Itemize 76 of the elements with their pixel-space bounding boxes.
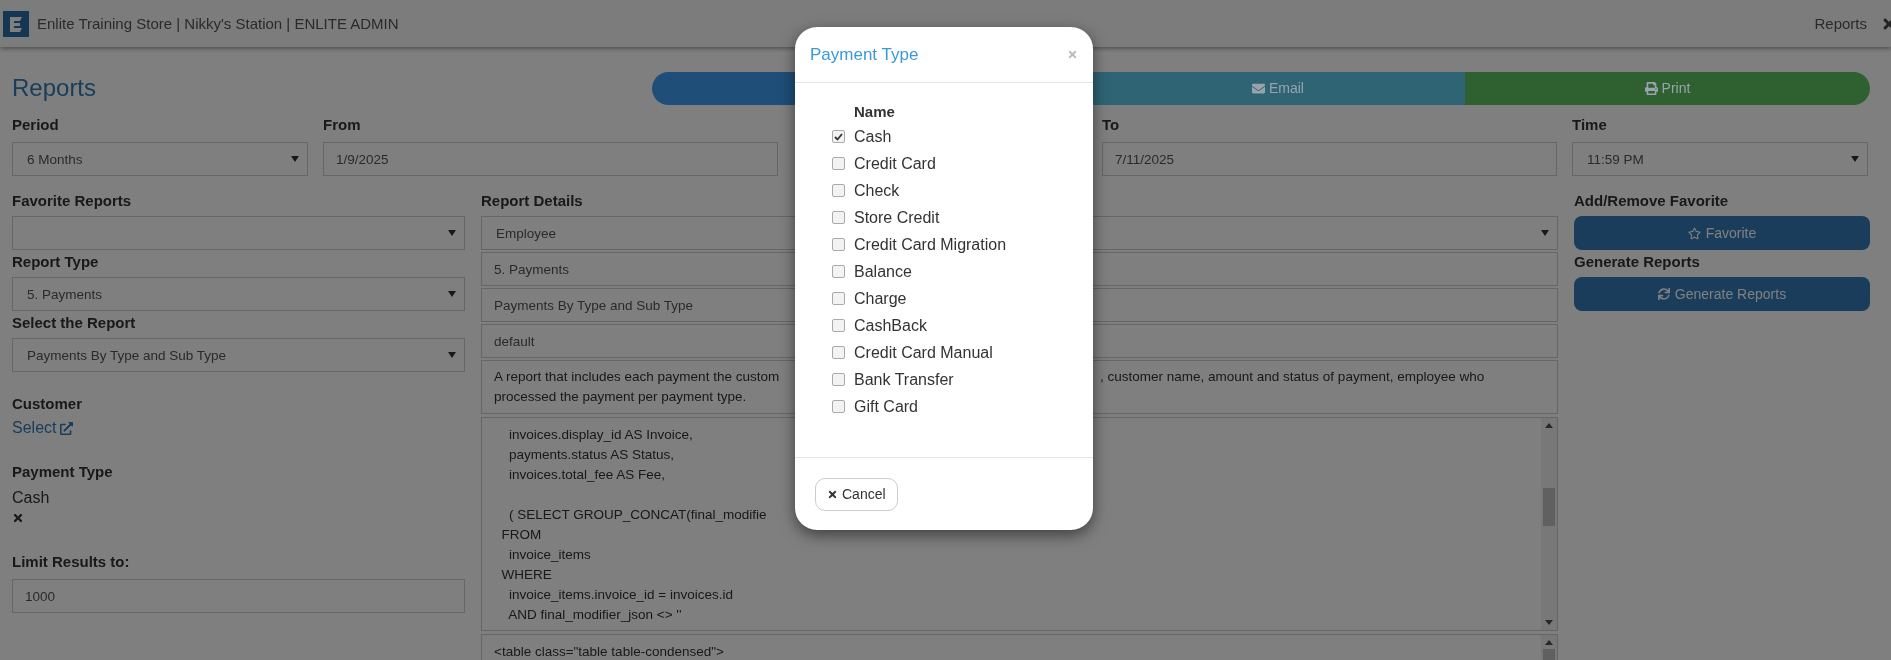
field-label: Add/Remove Favorite xyxy=(1574,191,1730,211)
field-label: Limit Results to: xyxy=(12,552,131,572)
date-field[interactable]: 7/11/2025 xyxy=(1102,142,1557,176)
description-text: processed the payment per payment type. xyxy=(494,388,747,406)
checkbox[interactable] xyxy=(832,184,845,197)
report-type-select[interactable]: 5. Payments xyxy=(12,277,465,311)
favorite-button[interactable]: Favorite xyxy=(1574,216,1870,250)
checkbox[interactable] xyxy=(832,238,845,251)
option-label: Gift Card xyxy=(854,397,918,416)
option-label: Cash xyxy=(854,127,892,146)
printer-icon xyxy=(1644,81,1658,95)
option-label: CashBack xyxy=(854,316,927,335)
scrollbar[interactable] xyxy=(1541,418,1557,630)
action-button[interactable]: Print xyxy=(1464,71,1870,105)
checkbox[interactable] xyxy=(832,373,845,386)
select-link[interactable]: Select xyxy=(12,419,74,437)
checkbox[interactable] xyxy=(832,130,845,143)
limit-field[interactable]: 1000 xyxy=(12,579,465,613)
field-label: From xyxy=(323,115,362,135)
time-select[interactable]: 11:59 PM xyxy=(1572,142,1868,176)
close-icon xyxy=(827,488,838,500)
field-label: Time xyxy=(1572,115,1608,135)
field-label: Report Type xyxy=(12,252,100,272)
option-label: Bank Transfer xyxy=(854,370,954,389)
checkbox[interactable] xyxy=(832,211,845,224)
period-select[interactable]: 6 Months xyxy=(12,142,308,176)
action-button[interactable]: Email xyxy=(1091,71,1465,105)
checkbox[interactable] xyxy=(832,265,845,278)
checkbox[interactable] xyxy=(832,157,845,170)
caret-icon xyxy=(448,352,456,358)
logo-icon xyxy=(3,10,29,37)
external-link-icon xyxy=(60,421,74,435)
app-title: Enlite Training Store | Nikky's Station | ENLITE ADMIN xyxy=(37,15,400,32)
column-header: Name xyxy=(854,102,896,122)
favorite-select[interactable] xyxy=(12,216,465,250)
query-code: invoices.display_id AS Invoice, payments.status AS Status, invoices.total_fee AS Fee, ( SELECT GROUP_CONCAT(final_modifie FROM invoice_items WHERE invoice_items.invoice_id = invoices.id AND final_modifier_json <> '' xyxy=(500,426,768,624)
star-icon xyxy=(1687,226,1701,240)
caret-icon xyxy=(1851,156,1859,162)
report-select[interactable]: Payments By Type and Sub Type xyxy=(12,338,465,372)
description-text: , customer name, amount and status of payment, employee who xyxy=(1100,368,1485,386)
date-field[interactable]: 1/9/2025 xyxy=(323,142,778,176)
description-text: A report that includes each payment the custom xyxy=(494,368,780,386)
checkbox[interactable] xyxy=(832,400,845,413)
option-label: Credit Card Migration xyxy=(854,235,1007,254)
payment-type-value: Cash xyxy=(12,489,51,507)
option-label: Charge xyxy=(854,289,907,308)
checkbox[interactable] xyxy=(832,292,845,305)
option-label: Store Credit xyxy=(854,208,940,227)
field-label: Period xyxy=(12,115,60,135)
template-code: <table class="table table-condensed"> xyxy=(493,643,725,660)
field-label: Select the Report xyxy=(12,313,137,333)
checkbox[interactable] xyxy=(832,319,845,332)
field-label: Payment Type xyxy=(12,462,114,482)
caret-icon xyxy=(448,291,456,297)
envelope-icon xyxy=(1251,81,1265,95)
option-label: Check xyxy=(854,181,900,200)
option-label: Credit Card Manual xyxy=(854,343,993,362)
option-label: Credit Card xyxy=(854,154,936,173)
section-label: Report Details xyxy=(481,191,583,211)
field-label: Generate Reports xyxy=(1574,252,1701,272)
close-icon[interactable] xyxy=(1067,49,1078,60)
caret-icon xyxy=(448,230,456,236)
field-label: To xyxy=(1102,115,1121,135)
option-label: Balance xyxy=(854,262,912,281)
caret-icon xyxy=(291,156,299,162)
remove-icon[interactable] xyxy=(12,512,24,524)
field-label: Favorite Reports xyxy=(12,191,133,211)
cancel-button[interactable]: Cancel xyxy=(815,477,898,511)
checkbox[interactable] xyxy=(832,346,845,359)
modal-title: Payment Type xyxy=(810,44,920,65)
nav-link[interactable]: Reports xyxy=(1814,15,1867,32)
generate-reports-button[interactable]: Generate Reports xyxy=(1574,277,1870,311)
field-label: Customer xyxy=(12,394,83,414)
refresh-icon xyxy=(1657,288,1670,300)
page-title: Reports xyxy=(12,74,97,102)
caret-icon xyxy=(1541,230,1549,236)
